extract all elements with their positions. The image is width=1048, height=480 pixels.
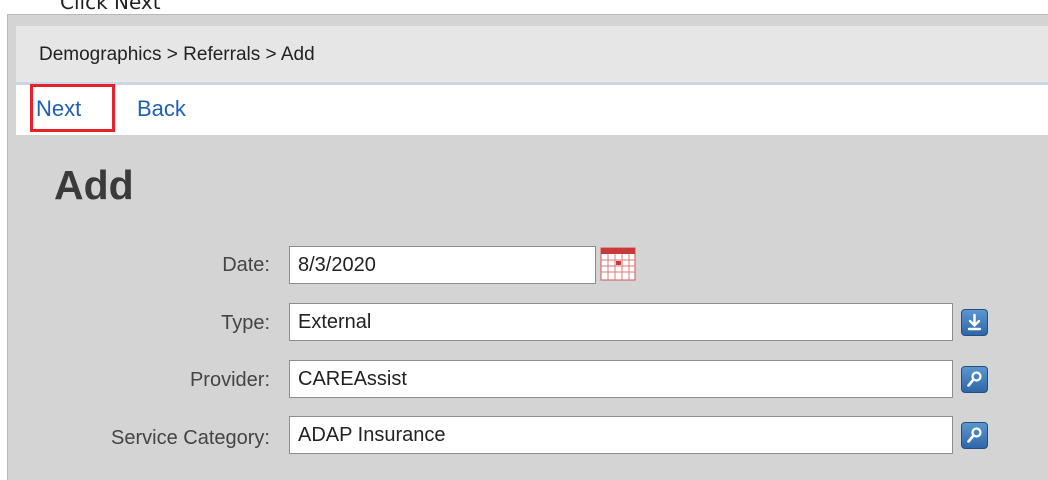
magnifier-icon — [967, 371, 982, 387]
next-highlight-box — [30, 84, 115, 132]
provider-lookup-button[interactable] — [961, 366, 988, 393]
action-bar: Next Back — [16, 85, 1048, 135]
service-category-field[interactable] — [289, 416, 953, 454]
download-arrow-icon — [967, 313, 982, 331]
magnifier-icon — [967, 427, 982, 443]
instruction-text: Click Next — [60, 0, 161, 14]
type-field[interactable] — [289, 303, 953, 341]
type-label: Type: — [221, 312, 270, 334]
breadcrumb-bar: Demographics > Referrals > Add — [16, 26, 1048, 84]
type-dropdown-button[interactable] — [961, 309, 988, 336]
provider-field[interactable] — [289, 360, 953, 398]
date-label: Date: — [222, 254, 270, 276]
page-title: Add — [54, 162, 134, 208]
breadcrumb: Demographics > Referrals > Add — [39, 44, 315, 65]
calendar-icon[interactable] — [600, 247, 636, 281]
service-category-lookup-button[interactable] — [961, 422, 988, 449]
provider-label: Provider: — [189, 369, 270, 391]
date-field[interactable] — [289, 246, 596, 284]
back-link[interactable]: Back — [137, 96, 186, 122]
service-category-label: Service Category: — [111, 427, 270, 449]
